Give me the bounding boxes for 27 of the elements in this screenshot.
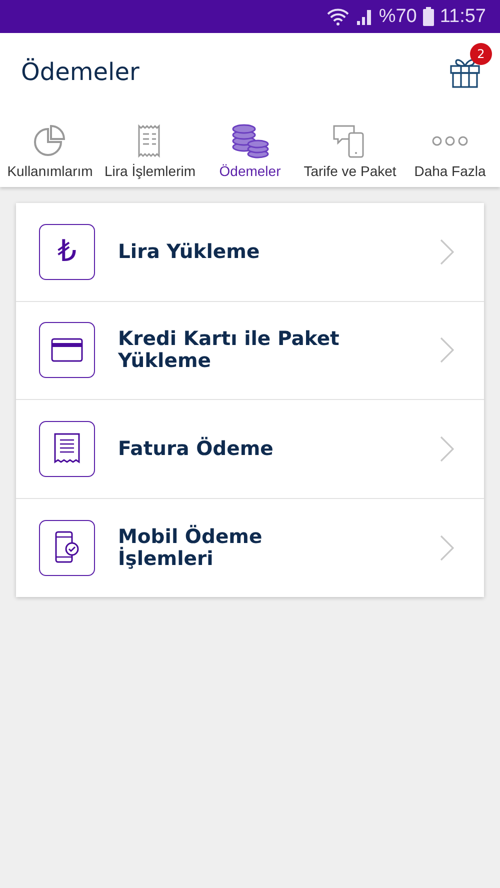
chevron-right-icon: [440, 534, 454, 561]
chevron-right-icon: [440, 337, 454, 364]
nav-tab[interactable]: Kullanımlarım: [0, 123, 100, 179]
signal-icon: [354, 8, 373, 26]
menu-item[interactable]: ₺ Lira Yükleme: [16, 203, 484, 302]
page-title: Ödemeler: [21, 58, 140, 86]
credit-card-icon: [39, 322, 95, 378]
notification-badge: 2: [470, 43, 492, 65]
chevron-right-icon: [440, 238, 454, 265]
coins-icon: [230, 123, 270, 159]
mobile-check-icon: [39, 520, 95, 576]
wifi-icon: [326, 8, 349, 26]
menu-item[interactable]: Fatura Ödeme: [16, 400, 484, 498]
battery-percent: %70: [378, 6, 417, 28]
bill-icon: [39, 420, 95, 477]
clock: 11:57: [440, 6, 486, 28]
battery-icon: [422, 7, 434, 26]
nav-tab[interactable]: Lira İşlemlerim: [100, 123, 200, 179]
chevron-right-icon: [440, 436, 454, 462]
nav-tab[interactable]: Ödemeler: [200, 123, 300, 179]
more-icon: [432, 136, 468, 146]
nav-tab[interactable]: Tarife ve Paket: [300, 123, 400, 179]
menu-item[interactable]: Kredi Kartı ile Paket Yükleme: [16, 302, 484, 400]
lira-icon: ₺: [39, 224, 95, 280]
nav-tab[interactable]: Daha Fazla: [400, 123, 500, 179]
menu-item[interactable]: Mobil Ödeme İşlemleri: [16, 498, 484, 597]
pie-chart-icon: [32, 123, 68, 159]
